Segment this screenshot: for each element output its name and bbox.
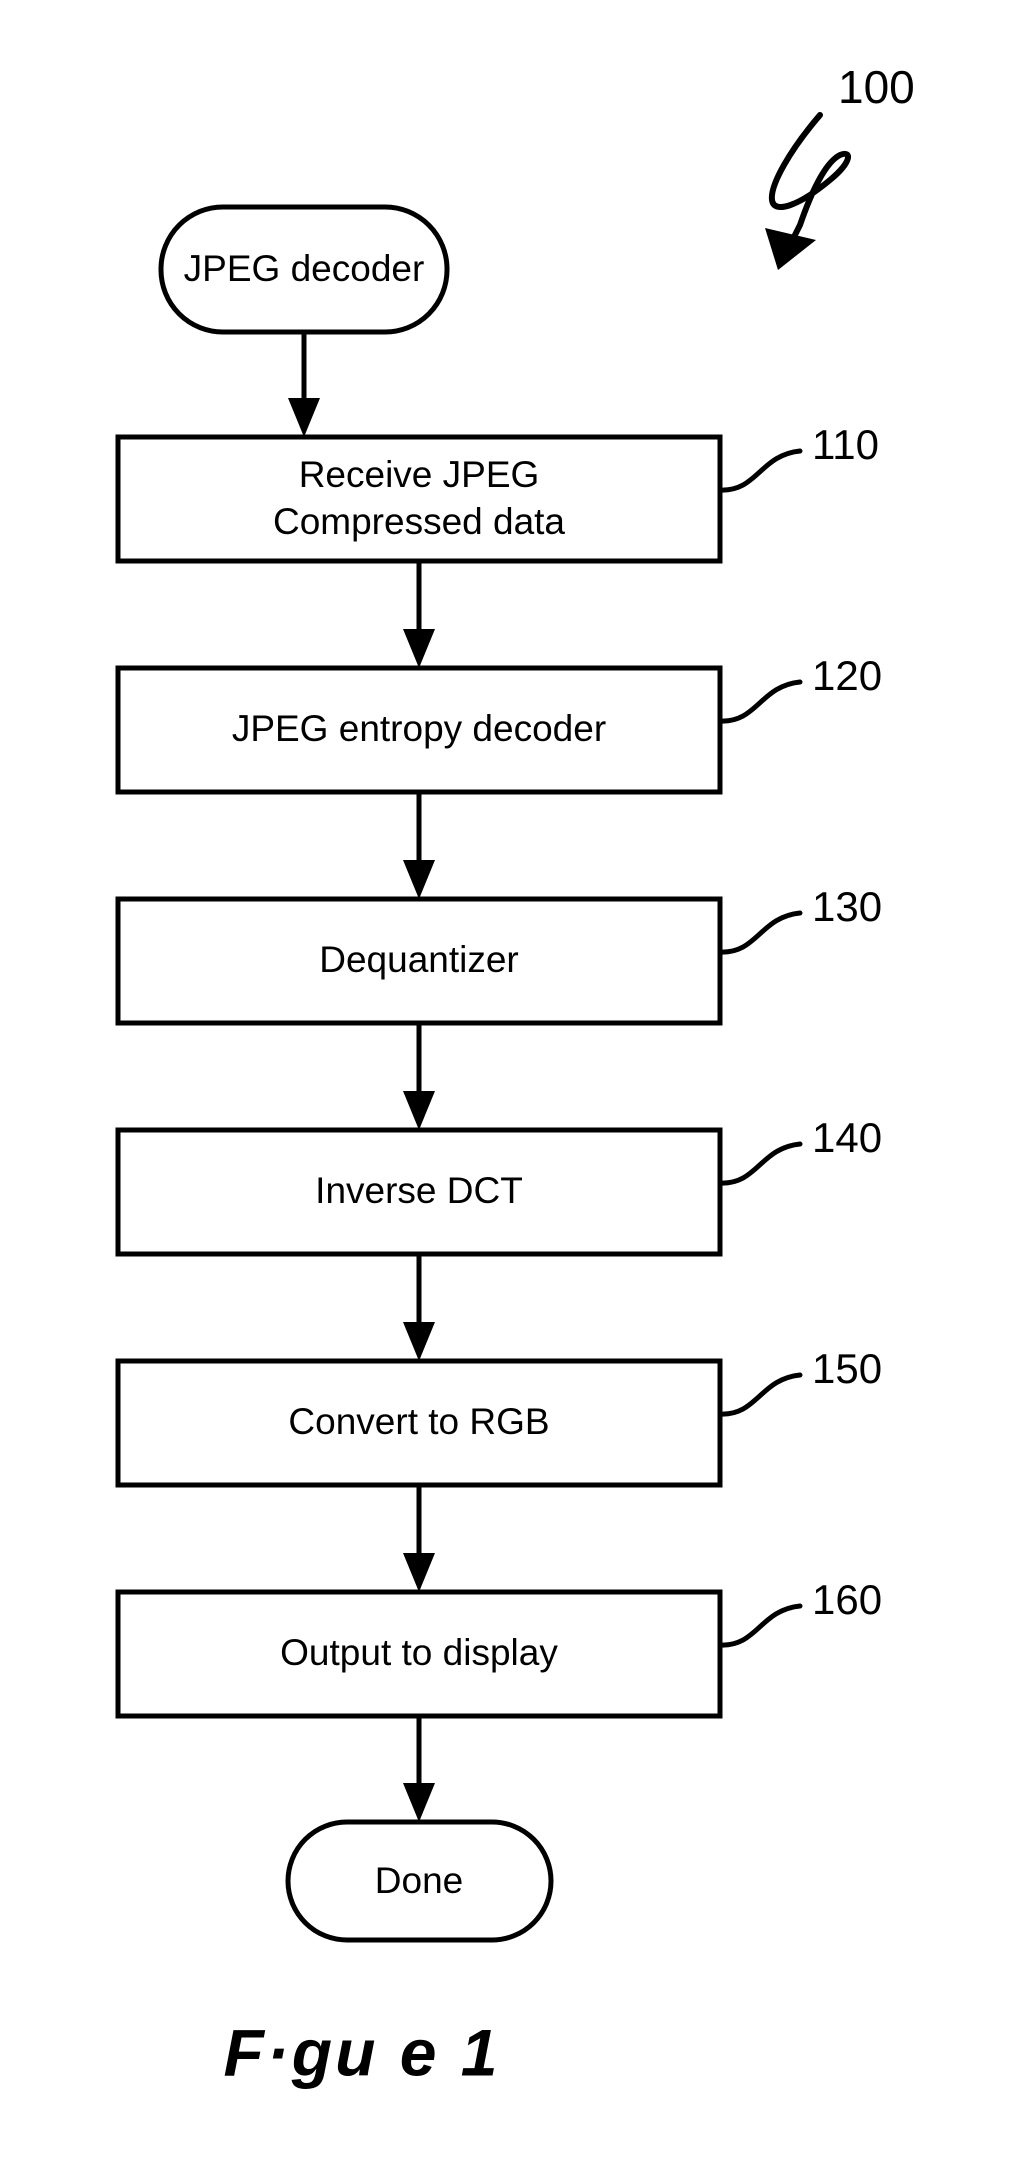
- step-box-140: Inverse DCT 140: [115, 1114, 882, 1257]
- step-140-reference-numeral: 140: [812, 1114, 882, 1161]
- connector-120-to-130: [403, 792, 435, 899]
- connector-start-to-110: [288, 332, 320, 437]
- step-box-120: JPEG entropy decoder 120: [115, 652, 882, 795]
- step-110-reference-numeral: 110: [812, 421, 879, 468]
- step-160-label-line1: Output to display: [280, 1632, 558, 1673]
- step-160-leader-line: [717, 1603, 803, 1648]
- step-110-label-line2: Compressed data: [273, 501, 565, 542]
- step-130-label-line1: Dequantizer: [319, 939, 519, 980]
- connector-130-to-140: [403, 1023, 435, 1130]
- step-110-label-line1: Receive JPEG: [299, 454, 540, 495]
- step-120-reference-numeral: 120: [812, 652, 882, 699]
- end-terminator-group: Done: [285, 1819, 554, 1943]
- step-110-leader-line: [717, 448, 803, 493]
- connector-140-to-150: [403, 1254, 435, 1361]
- figure-reference-group: 100: [765, 61, 915, 270]
- step-box-160: Output to display 160: [115, 1576, 882, 1719]
- step-box-150: Convert to RGB 150: [115, 1345, 882, 1488]
- flowchart-canvas: 100 JPEG decoder Receive JPEG Compressed…: [115, 61, 915, 2089]
- step-150-label-line1: Convert to RGB: [288, 1401, 549, 1442]
- step-box-110: Receive JPEG Compressed data 110: [115, 421, 879, 564]
- step-140-leader-line: [717, 1141, 803, 1186]
- end-terminator-label: Done: [375, 1860, 463, 1901]
- step-130-reference-numeral: 130: [812, 883, 882, 930]
- connector-150-to-160: [403, 1485, 435, 1592]
- patent-figure-page: 100 JPEG decoder Receive JPEG Compressed…: [0, 0, 1010, 2183]
- connector-160-to-end: [403, 1716, 435, 1822]
- step-140-label-line1: Inverse DCT: [315, 1170, 523, 1211]
- step-150-leader-line: [717, 1372, 803, 1417]
- step-120-label-line1: JPEG entropy decoder: [232, 708, 606, 749]
- figure-leader-arrowhead: [765, 228, 816, 270]
- step-130-leader-line: [717, 910, 803, 955]
- step-box-130: Dequantizer 130: [115, 883, 882, 1026]
- figure-reference-numeral: 100: [838, 61, 915, 113]
- start-terminator-group: JPEG decoder: [158, 204, 450, 335]
- step-120-leader-line: [717, 679, 803, 724]
- step-160-reference-numeral: 160: [812, 1576, 882, 1623]
- step-150-reference-numeral: 150: [812, 1345, 882, 1392]
- start-terminator-label: JPEG decoder: [184, 248, 425, 289]
- connector-110-to-120: [403, 561, 435, 668]
- figure-caption: F·gu e 1: [223, 2015, 500, 2089]
